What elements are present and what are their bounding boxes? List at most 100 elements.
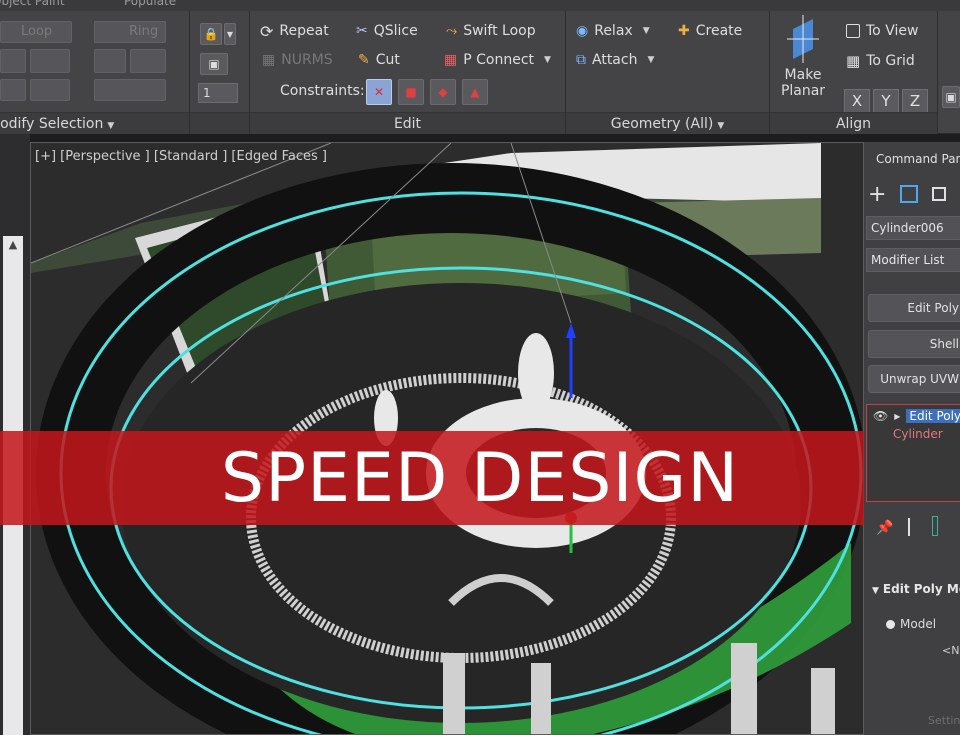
align-y-button[interactable]: Y (873, 89, 899, 113)
qslice-icon: ✂ (356, 23, 368, 39)
command-panel-title: Command Panel (876, 152, 960, 166)
p-connect-icon: ▦ (444, 52, 458, 68)
expand-icon[interactable]: ▶ (894, 412, 900, 421)
loop-button[interactable]: Loop (0, 21, 72, 43)
shrink-icon[interactable] (30, 49, 70, 73)
stack-item-edit-poly-label: Edit Poly (906, 409, 960, 423)
tool-column-group: 🔒 ▼ ▣ 1 (190, 11, 250, 134)
ribbon: Object Paint Populate Loop Ring Modify S… (0, 0, 960, 134)
swift-loop-button[interactable]: ⤳ Swift Loop (446, 19, 536, 43)
modifier-list-dropdown[interactable]: Modifier List (866, 248, 960, 272)
edit-poly-button[interactable]: Edit Poly (868, 294, 960, 322)
select-icon[interactable] (0, 79, 26, 101)
to-grid-icon: ▦ (846, 52, 861, 70)
constraints-label: Constraints: (280, 83, 365, 99)
constraint-normal-icon[interactable]: ▲ (462, 79, 488, 105)
attach-button[interactable]: ⧉ Attach ▼ (576, 48, 654, 72)
make-planar-button[interactable]: Make Planar (776, 15, 830, 111)
rollout-toggle-icon: ▼ (872, 586, 879, 596)
align-x-button[interactable]: X (844, 89, 870, 113)
to-view-label: To View (866, 23, 919, 39)
model-radio[interactable]: Model (885, 617, 936, 631)
eye-icon[interactable]: 👁 (873, 409, 888, 423)
repeat-button[interactable]: ⟳ Repeat (260, 19, 329, 43)
tool-column-title (190, 112, 249, 134)
modifier-stack: 👁 ▶ Edit Poly Cylinder (866, 404, 960, 502)
to-grid-button[interactable]: ▦ To Grid (846, 49, 915, 73)
constraint-edge-icon[interactable]: ■ (398, 79, 424, 105)
attach-label: Attach (592, 52, 638, 68)
swift-loop-icon: ⤳ (446, 23, 458, 39)
modify-selection-group: Loop Ring Modify Selection▼ (0, 11, 190, 134)
paint-icon[interactable]: ▣ (200, 53, 228, 75)
lock-dropdown-icon[interactable]: ▼ (224, 23, 236, 45)
ribbon-tab-strip: Object Paint Populate (0, 0, 960, 11)
to-grid-label: To Grid (866, 53, 915, 69)
show-end-result-icon[interactable] (908, 518, 910, 536)
create-button[interactable]: ✚ Create (678, 19, 742, 43)
p-connect-button[interactable]: ▦ P Connect ▼ (444, 48, 551, 72)
hierarchy-tab-icon[interactable] (932, 187, 947, 201)
attach-dropdown-icon[interactable]: ▼ (647, 55, 654, 65)
p-connect-dropdown-icon[interactable]: ▼ (544, 55, 551, 65)
object-name-field[interactable]: Cylinder006 (866, 216, 960, 240)
settings-button[interactable]: Settings (928, 714, 960, 727)
align-title: Align (770, 112, 937, 134)
banner-text: SPEED DESIGN (220, 438, 740, 518)
create-label: Create (695, 23, 743, 39)
command-panel: Command Panel + Cylinder006 Modifier Lis… (864, 142, 960, 735)
stack-item-edit-poly[interactable]: 👁 ▶ Edit Poly (867, 405, 960, 427)
cut-button[interactable]: ✎ Cut (358, 48, 400, 72)
create-tab-icon[interactable]: + (868, 182, 886, 207)
grow-icon[interactable] (0, 49, 26, 73)
to-view-icon (846, 24, 860, 38)
pin-stack-icon[interactable]: 📌 (876, 520, 893, 536)
relax-button[interactable]: ◉ Relax ▼ (576, 19, 650, 43)
shell-button[interactable]: Shell (868, 330, 960, 358)
swift-loop-label: Swift Loop (463, 23, 536, 39)
cut-label: Cut (375, 52, 400, 68)
edit-group: ⟳ Repeat ✂ QSlice ⤳ Swift Loop ▦ NURMS ✎… (250, 11, 566, 134)
qslice-label: QSlice (373, 23, 418, 39)
make-unique-icon[interactable] (932, 516, 938, 536)
lock-icon[interactable]: 🔒 (200, 23, 222, 45)
loop-grow-icon[interactable] (94, 49, 126, 73)
constraint-none-icon[interactable]: ✕ (366, 79, 392, 105)
stack-item-cylinder[interactable]: Cylinder (867, 427, 960, 441)
none-text: <None> (942, 644, 960, 657)
viewport-label[interactable]: [+] [Perspective ] [Standard ] [Edged Fa… (35, 149, 327, 164)
modify-selection-title[interactable]: Modify Selection▼ (0, 112, 189, 134)
relax-dropdown-icon[interactable]: ▼ (643, 26, 650, 36)
cut-icon: ✎ (358, 52, 370, 68)
repeat-label: Repeat (279, 23, 329, 39)
align-z-button[interactable]: Z (902, 89, 928, 113)
nurms-button[interactable]: ▦ NURMS (262, 48, 333, 72)
chevron-down-icon: ▼ (107, 121, 115, 131)
constraint-face-icon[interactable]: ◆ (430, 79, 456, 105)
modify-tab-icon[interactable] (900, 185, 919, 203)
loop-shrink-icon[interactable] (130, 49, 166, 73)
to-view-button[interactable]: To View (846, 19, 918, 43)
make-planar-line1: Make (784, 67, 822, 83)
tab-populate[interactable]: Populate (124, 0, 176, 8)
geometry-group: ◉ Relax ▼ ✚ Create ⧉ Attach ▼ Geometry (… (566, 11, 770, 134)
nurms-icon: ▦ (262, 52, 276, 68)
select-dropdown[interactable] (30, 79, 70, 101)
ring-button[interactable]: Ring (94, 21, 166, 43)
rollout-title: Edit Poly Mode (882, 582, 960, 596)
edit-poly-mode-rollout[interactable]: ▼Edit Poly Mode (872, 582, 960, 596)
step-spinner[interactable]: 1 (198, 83, 238, 103)
geometry-title[interactable]: Geometry (All) ▼ (566, 112, 769, 134)
qslice-button[interactable]: ✂ QSlice (356, 19, 418, 43)
scroll-up-icon[interactable]: ▲ (3, 236, 23, 254)
constraints-row: Constraints: (280, 79, 365, 103)
chevron-down-icon: ▼ (717, 121, 725, 131)
tab-object-paint[interactable]: Object Paint (0, 0, 65, 8)
unwrap-uvw-button[interactable]: Unwrap UVW (868, 365, 960, 393)
make-planar-line2: Planar (780, 83, 826, 99)
edit-title: Edit (250, 112, 565, 134)
ring-tools-icon[interactable] (94, 79, 166, 101)
extra-align-icon[interactable]: ▣ (942, 86, 960, 108)
title-banner: SPEED DESIGN (0, 431, 960, 525)
p-connect-label: P Connect (463, 52, 535, 68)
